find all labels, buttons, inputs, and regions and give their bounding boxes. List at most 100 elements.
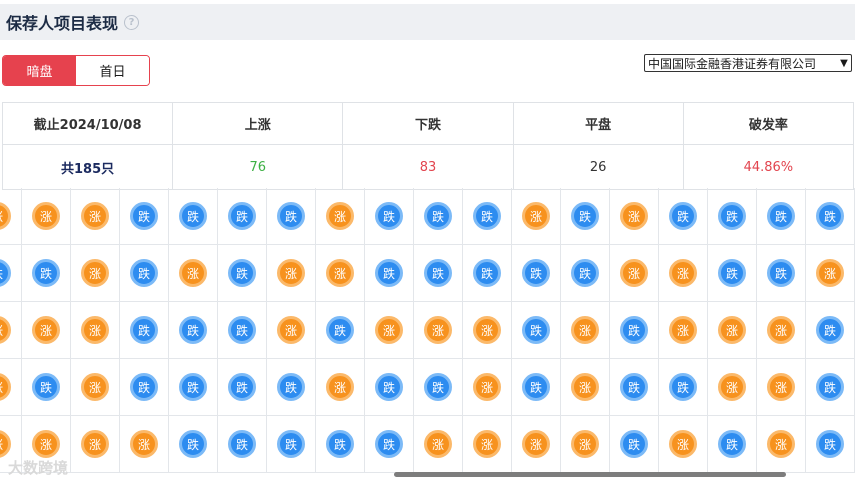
grid-cell[interactable]: 涨	[22, 188, 71, 245]
grid-cell[interactable]: 涨	[169, 245, 218, 302]
grid-cell[interactable]: 跌	[169, 416, 218, 473]
rise-coin-icon: 涨	[32, 430, 60, 458]
grid-cell[interactable]: 跌	[218, 416, 267, 473]
rise-coin-icon: 涨	[0, 373, 11, 401]
grid-cell[interactable]: 跌	[659, 359, 708, 416]
grid-cell[interactable]: 跌	[806, 359, 855, 416]
grid-cell[interactable]: 跌	[169, 302, 218, 359]
grid-cell[interactable]: 涨	[561, 416, 610, 473]
grid-cell[interactable]: 涨	[71, 188, 120, 245]
grid-cell[interactable]: 跌	[708, 245, 757, 302]
grid-cell[interactable]: 涨	[316, 188, 365, 245]
grid-cell[interactable]: 跌	[806, 188, 855, 245]
grid-cell[interactable]: 跌	[708, 188, 757, 245]
grid-cell[interactable]: 涨	[806, 245, 855, 302]
grid-cell[interactable]: 涨	[512, 188, 561, 245]
grid-cell[interactable]: 涨	[512, 416, 561, 473]
horizontal-scrollbar[interactable]	[394, 472, 786, 477]
grid-cell[interactable]: 跌	[218, 245, 267, 302]
grid-cell[interactable]: 涨	[659, 416, 708, 473]
grid-cell[interactable]: 涨	[316, 245, 365, 302]
grid-cell[interactable]: 跌	[0, 245, 22, 302]
grid-cell[interactable]: 涨	[708, 359, 757, 416]
grid-cell[interactable]: 跌	[414, 188, 463, 245]
grid-cell[interactable]: 跌	[267, 188, 316, 245]
grid-cell[interactable]: 跌	[365, 188, 414, 245]
grid-cell[interactable]: 涨	[365, 302, 414, 359]
grid-cell[interactable]: 跌	[610, 416, 659, 473]
grid-cell[interactable]: 跌	[365, 245, 414, 302]
grid-cell[interactable]: 跌	[463, 188, 512, 245]
grid-cell[interactable]: 跌	[120, 245, 169, 302]
grid-cell[interactable]: 涨	[0, 302, 22, 359]
grid-cell[interactable]: 跌	[22, 245, 71, 302]
ipo-result-grid: 涨涨涨跌跌跌跌涨跌跌跌涨跌涨跌跌跌跌跌跌涨跌涨跌涨涨跌跌跌跌跌涨涨跌跌涨涨涨涨跌…	[0, 188, 855, 474]
grid-cell[interactable]: 涨	[267, 302, 316, 359]
grid-cell[interactable]: 涨	[267, 245, 316, 302]
rise-coin-icon: 涨	[277, 259, 305, 287]
grid-cell[interactable]: 跌	[659, 188, 708, 245]
grid-cell[interactable]: 跌	[512, 245, 561, 302]
grid-cell[interactable]: 涨	[71, 359, 120, 416]
grid-cell[interactable]: 涨	[414, 416, 463, 473]
toggle-first-day[interactable]: 首日	[76, 56, 149, 85]
grid-cell[interactable]: 涨	[757, 359, 806, 416]
grid-cell[interactable]: 跌	[120, 359, 169, 416]
fall-coin-icon: 跌	[620, 430, 648, 458]
grid-cell[interactable]: 跌	[757, 188, 806, 245]
grid-cell[interactable]: 跌	[806, 302, 855, 359]
grid-cell[interactable]: 跌	[218, 302, 267, 359]
grid-cell[interactable]: 跌	[316, 302, 365, 359]
rise-coin-icon: 涨	[326, 202, 354, 230]
grid-cell[interactable]: 涨	[610, 245, 659, 302]
sponsor-select[interactable]: 中国国际金融香港证券有限公司 ▼	[644, 54, 852, 72]
grid-cell[interactable]: 跌	[610, 302, 659, 359]
grid-cell[interactable]: 跌	[169, 359, 218, 416]
grid-cell[interactable]: 跌	[365, 416, 414, 473]
grid-cell[interactable]: 涨	[22, 302, 71, 359]
grid-cell[interactable]: 涨	[71, 416, 120, 473]
grid-cell[interactable]: 跌	[267, 359, 316, 416]
grid-cell[interactable]: 涨	[610, 188, 659, 245]
grid-cell[interactable]: 涨	[463, 359, 512, 416]
grid-cell[interactable]: 涨	[414, 302, 463, 359]
grid-cell[interactable]: 涨	[463, 416, 512, 473]
grid-cell[interactable]: 涨	[561, 302, 610, 359]
grid-cell[interactable]: 跌	[561, 245, 610, 302]
grid-cell[interactable]: 跌	[365, 359, 414, 416]
grid-cell[interactable]: 跌	[218, 188, 267, 245]
grid-cell[interactable]: 跌	[708, 416, 757, 473]
fall-coin-icon: 跌	[130, 202, 158, 230]
grid-cell[interactable]: 跌	[757, 245, 806, 302]
grid-cell[interactable]: 涨	[0, 359, 22, 416]
grid-cell[interactable]: 涨	[463, 302, 512, 359]
grid-cell[interactable]: 跌	[414, 359, 463, 416]
grid-cell[interactable]: 跌	[316, 416, 365, 473]
grid-cell[interactable]: 涨	[659, 245, 708, 302]
grid-cell[interactable]: 跌	[120, 302, 169, 359]
grid-cell[interactable]: 跌	[512, 302, 561, 359]
grid-cell[interactable]: 涨	[120, 416, 169, 473]
grid-cell[interactable]: 涨	[659, 302, 708, 359]
grid-cell[interactable]: 涨	[757, 416, 806, 473]
question-circle-icon[interactable]: ?	[124, 14, 140, 30]
grid-cell[interactable]: 涨	[561, 359, 610, 416]
grid-cell[interactable]: 涨	[708, 302, 757, 359]
grid-cell[interactable]: 跌	[806, 416, 855, 473]
grid-cell[interactable]: 涨	[0, 188, 22, 245]
grid-cell[interactable]: 涨	[757, 302, 806, 359]
grid-cell[interactable]: 涨	[316, 359, 365, 416]
grid-cell[interactable]: 跌	[414, 245, 463, 302]
grid-cell[interactable]: 跌	[169, 188, 218, 245]
grid-cell[interactable]: 跌	[120, 188, 169, 245]
grid-cell[interactable]: 跌	[22, 359, 71, 416]
grid-cell[interactable]: 跌	[463, 245, 512, 302]
grid-cell[interactable]: 涨	[71, 245, 120, 302]
grid-cell[interactable]: 跌	[218, 359, 267, 416]
toggle-dark-pool[interactable]: 暗盘	[3, 56, 76, 85]
grid-cell[interactable]: 跌	[561, 188, 610, 245]
grid-cell[interactable]: 涨	[71, 302, 120, 359]
grid-cell[interactable]: 跌	[267, 416, 316, 473]
grid-cell[interactable]: 跌	[512, 359, 561, 416]
grid-cell[interactable]: 跌	[610, 359, 659, 416]
